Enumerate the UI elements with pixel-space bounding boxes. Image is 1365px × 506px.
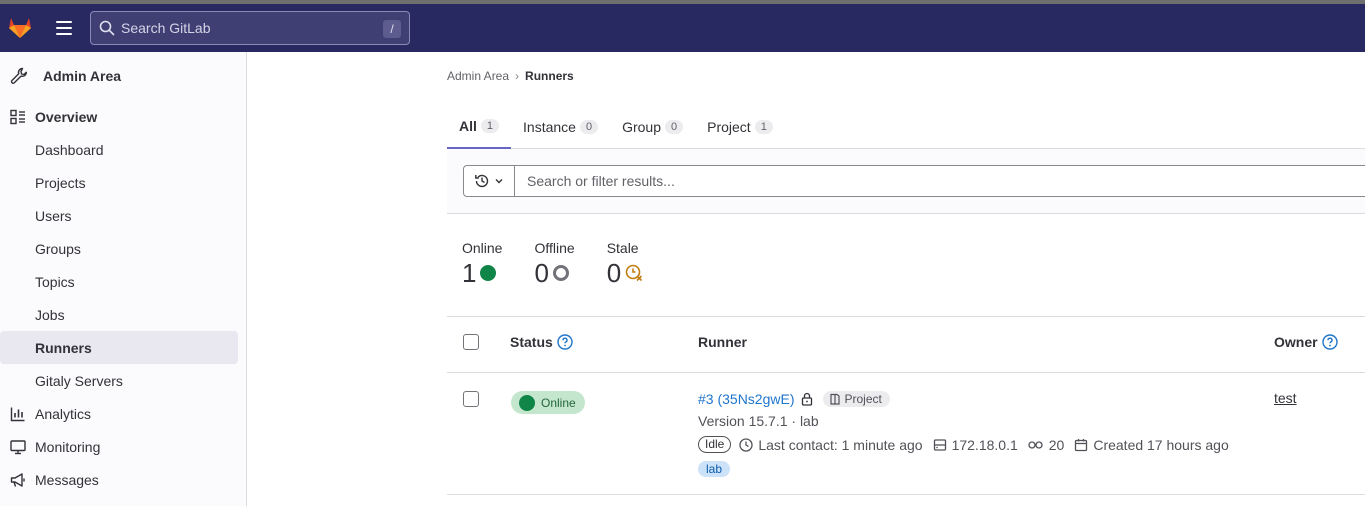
status-online-icon [480, 265, 497, 281]
sidebar-item-jobs[interactable]: Jobs [0, 298, 246, 331]
tab-count-badge: 1 [480, 118, 500, 133]
runner-type-tabs: All 1 Instance 0 Group 0 Project 1 [447, 104, 1365, 149]
stat-value: 0 [534, 258, 549, 288]
status-online-icon [519, 394, 535, 411]
gitlab-logo-icon[interactable] [6, 13, 34, 41]
help-icon[interactable] [557, 334, 573, 350]
column-header-runner: Runner [698, 334, 747, 350]
sidebar-item-dashboard[interactable]: Dashboard [0, 133, 246, 166]
runner-jobs-count: 20 [1048, 436, 1065, 453]
megaphone-icon [10, 472, 26, 488]
filter-search-input[interactable] [514, 165, 1365, 197]
runner-type-label: Project [844, 392, 882, 406]
stat-label: Online [462, 240, 503, 256]
tab-count-badge: 0 [665, 119, 684, 134]
history-icon [475, 174, 489, 188]
search-icon [99, 20, 115, 36]
sidebar-header[interactable]: Admin Area [0, 52, 246, 100]
tab-instance[interactable]: Instance 0 [511, 104, 610, 149]
sidebar-item-analytics[interactable]: Analytics [0, 397, 246, 430]
top-navbar: / [0, 0, 1365, 52]
tab-count-badge: 1 [754, 119, 773, 134]
tab-group[interactable]: Group 0 [610, 104, 695, 149]
chevron-down-icon [495, 179, 503, 184]
overview-icon [10, 109, 26, 125]
status-stale-icon [625, 264, 643, 282]
stat-label: Offline [534, 240, 575, 256]
sidebar-item-label: Overview [35, 108, 98, 125]
global-search[interactable]: / [90, 11, 410, 45]
chart-icon [10, 406, 26, 422]
status-badge-label: Online [541, 395, 576, 410]
sidebar: Admin Area Overview Dashboard Projects U… [0, 52, 247, 506]
breadcrumb-admin-area[interactable]: Admin Area [447, 69, 509, 83]
status-badge: Online [511, 391, 585, 414]
menu-hamburger-icon[interactable] [52, 16, 76, 40]
search-input[interactable] [121, 20, 371, 36]
tab-label: Group [622, 118, 661, 135]
clock-icon [739, 437, 754, 452]
sidebar-item-label: Messages [35, 471, 99, 488]
sidebar-item-label: Monitoring [35, 438, 101, 455]
runner-link[interactable]: #3 (35Ns2gwE) [698, 391, 795, 407]
sidebar-title: Admin Area [43, 68, 122, 84]
sidebar-item-users[interactable]: Users [0, 199, 246, 232]
stat-value: 1 [462, 258, 477, 288]
breadcrumb: Admin Area › Runners [447, 69, 574, 83]
tab-label: Instance [523, 118, 576, 135]
sidebar-item-overview[interactable]: Overview [0, 100, 246, 133]
runner-stats: Online 1 Offline 0 Stale 0 [462, 240, 643, 288]
tab-project[interactable]: Project 1 [695, 104, 785, 149]
stat-stale: Stale 0 [607, 240, 643, 288]
column-header-owner: Owner [1274, 334, 1318, 350]
select-all-checkbox[interactable] [463, 334, 479, 350]
stat-value: 0 [606, 258, 622, 288]
chevron-right-icon: › [515, 69, 520, 83]
sidebar-item-topics[interactable]: Topics [0, 265, 246, 298]
sidebar-item-messages[interactable]: Messages [0, 463, 246, 496]
runner-ip: 172.18.0.1 [951, 436, 1018, 453]
runner-type-badge: Project [822, 391, 890, 407]
sidebar-item-groups[interactable]: Groups [0, 232, 246, 265]
calendar-icon [1074, 438, 1088, 452]
project-icon [829, 393, 840, 405]
stat-offline: Offline 0 [534, 240, 574, 288]
tab-label: Project [707, 118, 751, 135]
sidebar-item-runners[interactable]: Runners [0, 331, 238, 364]
status-offline-icon [552, 265, 569, 281]
stat-online: Online 1 [462, 240, 502, 288]
filter-bar [447, 149, 1365, 214]
runners-table-header: Status Runner Owner [447, 316, 1365, 373]
owner-link[interactable]: test [1274, 390, 1297, 406]
sidebar-item-gitaly-servers[interactable]: Gitaly Servers [0, 364, 246, 397]
sidebar-item-monitoring[interactable]: Monitoring [0, 430, 246, 463]
last-contact: Last contact: 1 minute ago [758, 436, 923, 453]
recent-searches-button[interactable] [463, 165, 515, 197]
search-shortcut-key: / [383, 20, 401, 38]
breadcrumb-runners[interactable]: Runners [525, 69, 574, 83]
sidebar-item-projects[interactable]: Projects [0, 166, 246, 199]
row-checkbox[interactable] [463, 391, 479, 407]
monitor-icon [10, 439, 26, 455]
runner-created: Created 17 hours ago [1093, 436, 1229, 453]
pipeline-icon [1028, 438, 1044, 452]
tab-label: All [459, 117, 477, 134]
runner-version: Version 15.7.1 · lab [698, 413, 819, 429]
server-icon [933, 438, 947, 452]
table-row: Online #3 (35Ns2gwE) Project Version 15.… [447, 373, 1365, 495]
stat-label: Stale [606, 240, 639, 256]
runner-tag-badge[interactable]: lab [698, 461, 731, 477]
tab-all[interactable]: All 1 [447, 104, 512, 149]
column-header-status: Status [510, 334, 553, 350]
sidebar-item-label: Analytics [35, 405, 92, 422]
help-icon[interactable] [1321, 334, 1338, 350]
tab-count-badge: 0 [579, 119, 599, 134]
idle-badge: Idle [698, 436, 732, 453]
lock-icon [800, 392, 814, 406]
wrench-icon [8, 65, 30, 87]
